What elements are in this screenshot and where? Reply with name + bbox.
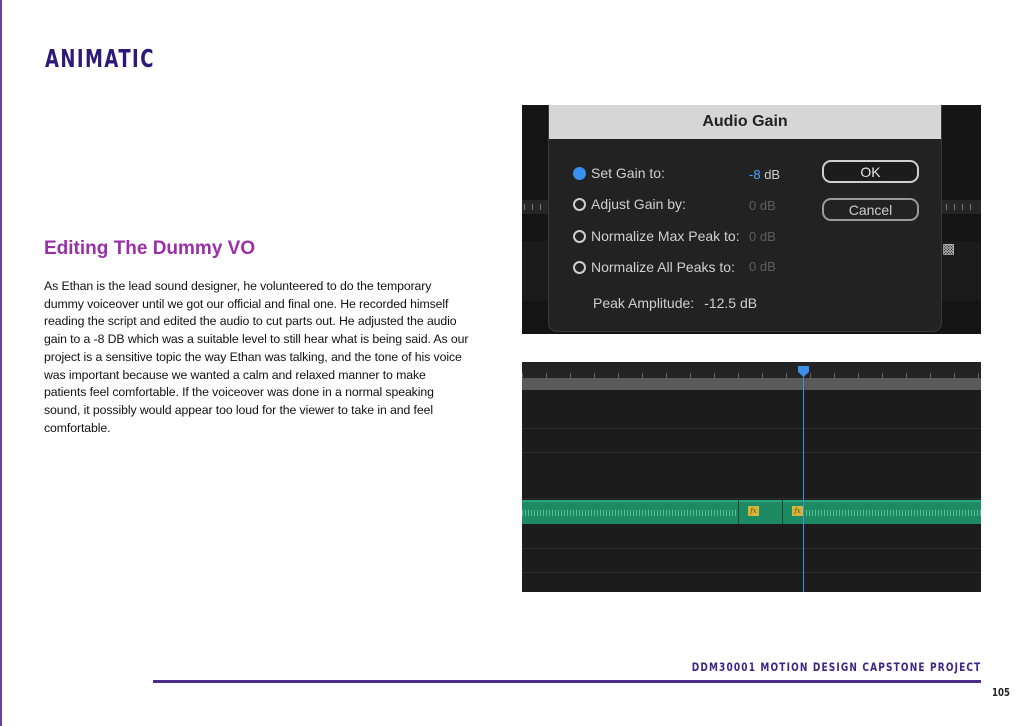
audio-clip[interactable]: fx <box>738 500 782 524</box>
radio-unselected-icon[interactable] <box>573 260 586 274</box>
track-divider <box>522 498 981 499</box>
option-set-gain[interactable]: Set Gain to: <box>573 165 665 181</box>
radio-unselected-icon[interactable] <box>573 197 586 211</box>
section-heading: Editing The Dummy VO <box>44 238 256 259</box>
normalize-all-peaks-value-field[interactable]: 0 dB <box>749 259 776 274</box>
waveform <box>806 510 981 516</box>
option-label: Set Gain to: <box>591 165 665 181</box>
peak-amplitude-value: -12.5 dB <box>704 295 758 311</box>
set-gain-value-field[interactable]: -8 dB <box>749 167 780 182</box>
footer-course-title: DDM30001 MOTION DESIGN CAPSTONE PROJECT <box>691 660 981 674</box>
timeline-scrollbar[interactable] <box>522 378 981 390</box>
timeline-ruler[interactable] <box>522 362 981 378</box>
track-divider <box>522 572 981 573</box>
playhead-line[interactable] <box>803 368 804 592</box>
fx-badge-icon[interactable]: fx <box>748 506 759 516</box>
peak-amplitude-label: Peak Amplitude: <box>593 295 695 311</box>
panel-tool-icon[interactable]: ▩ <box>942 241 955 257</box>
option-label: Adjust Gain by: <box>591 196 686 212</box>
radio-selected-icon[interactable] <box>573 166 586 180</box>
option-normalize-max-peak[interactable]: Normalize Max Peak to: <box>573 228 740 244</box>
waveform <box>522 510 738 516</box>
option-normalize-all-peaks[interactable]: Normalize All Peaks to: <box>573 259 735 275</box>
audio-clip[interactable] <box>522 500 738 524</box>
normalize-max-peak-value-field[interactable]: 0 dB <box>749 229 776 244</box>
option-adjust-gain[interactable]: Adjust Gain by: <box>573 196 686 212</box>
page-number: 105 <box>992 686 1010 699</box>
option-label: Normalize Max Peak to: <box>591 228 740 244</box>
dialog-titlebar: Audio Gain <box>549 105 941 139</box>
track-divider <box>522 548 981 549</box>
left-margin-rule <box>0 0 2 726</box>
fx-badge-icon[interactable]: fx <box>792 506 803 516</box>
peak-amplitude-readout: Peak Amplitude: -12.5 dB <box>593 295 757 311</box>
body-paragraph: As Ethan is the lead sound designer, he … <box>44 279 469 435</box>
track-divider <box>522 428 981 429</box>
option-label: Normalize All Peaks to: <box>591 259 735 275</box>
page-title: ANIMATIC <box>45 44 155 73</box>
dialog-title: Audio Gain <box>702 113 788 130</box>
footer-rule <box>153 680 981 683</box>
clip-edit-point[interactable] <box>738 500 739 524</box>
ok-button[interactable]: OK <box>822 160 919 183</box>
adjust-gain-value-field[interactable]: 0 dB <box>749 198 776 213</box>
timeline-screenshot: fx fx <box>522 362 981 592</box>
track-divider <box>522 452 981 453</box>
radio-unselected-icon[interactable] <box>573 229 586 243</box>
audio-gain-dialog: Audio Gain Set Gain to: -8 dB Adjust Gai… <box>549 105 941 331</box>
audio-gain-screenshot: ▩ Audio Gain Set Gain to: -8 dB Adjust G… <box>522 105 981 334</box>
background-ticks-right <box>946 204 976 210</box>
clip-edit-point[interactable] <box>782 500 783 524</box>
cancel-button[interactable]: Cancel <box>822 198 919 221</box>
audio-clip[interactable]: fx <box>782 500 981 524</box>
